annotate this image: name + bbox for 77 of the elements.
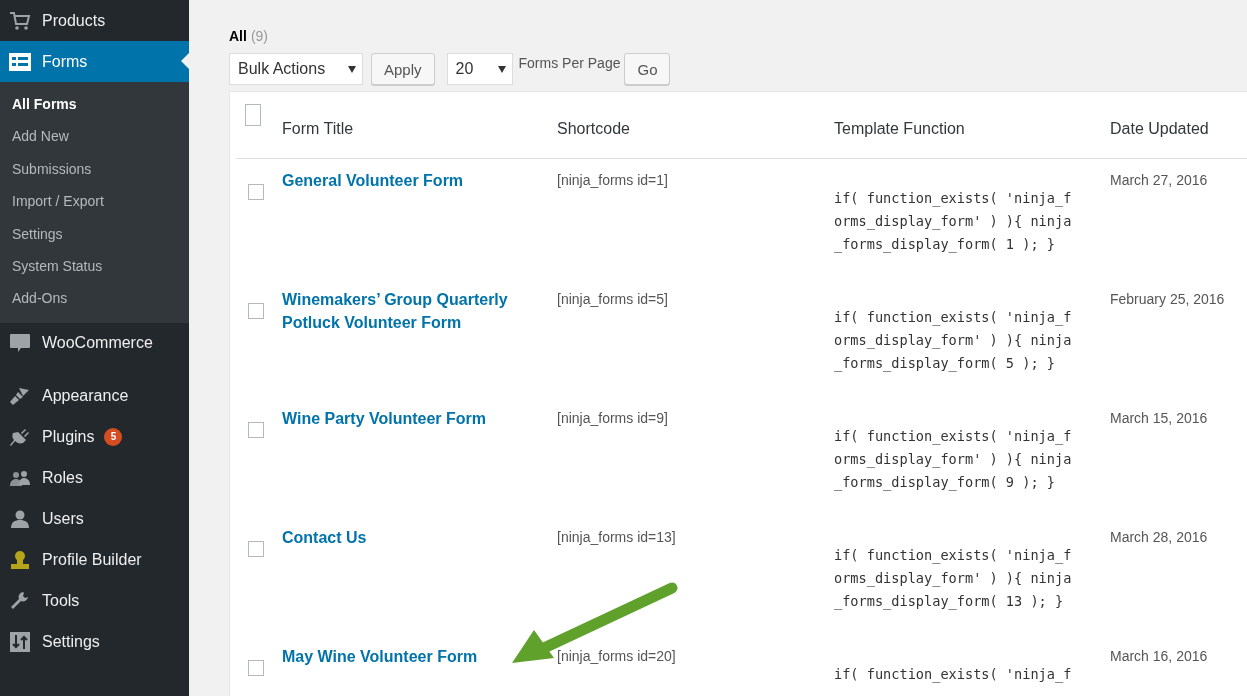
submenu-item[interactable]: Settings <box>0 217 189 250</box>
menu-label: WooCommerce <box>42 334 153 353</box>
template-function-code: if( function_exists( 'ninja_f orms_display_form' ) ){ ninja _forms_display_form( 5 ); } <box>834 308 1073 374</box>
form-icon <box>9 52 31 71</box>
caret-icon <box>497 65 506 73</box>
filter-count: (9) <box>250 28 268 44</box>
shortcode-text: [ninja_forms id=1] <box>557 172 668 188</box>
sidebar-item[interactable]: Forms <box>0 41 189 82</box>
sidebar-item[interactable]: Settings <box>0 621 189 663</box>
row-checkbox[interactable] <box>248 184 264 200</box>
filter-link[interactable]: All <box>229 28 247 44</box>
sliders-icon <box>10 632 30 653</box>
shortcode-text: [ninja_forms id=20] <box>557 648 676 664</box>
submenu-item[interactable]: Submissions <box>0 152 189 186</box>
shortcode-text: [ninja_forms id=5] <box>557 291 668 307</box>
form-title-link[interactable]: General Volunteer Form <box>282 169 464 192</box>
sidebar-item[interactable]: Appearance <box>0 375 189 417</box>
brush-icon <box>9 386 31 407</box>
row-checkbox[interactable] <box>248 303 264 319</box>
menu-label: Products <box>42 11 106 30</box>
template-function-code: if( function_exists( 'ninja_f orms_display_form' ) ){ ninja _forms_display_form( 9 ); } <box>834 427 1073 493</box>
shortcode-text: [ninja_forms id=9] <box>557 410 668 426</box>
menu-label: Settings <box>42 633 100 652</box>
menu-label: Plugins <box>42 428 95 447</box>
form-title-link[interactable]: Winemakers’ Group Quarterly Potluck Volunteer Form <box>282 288 537 334</box>
column-header[interactable]: Shortcode <box>557 120 834 158</box>
template-function-code: if( function_exists( 'ninja_f orms_display_form' ) ){ ninja _forms_display_form( 1 ); } <box>834 189 1073 255</box>
menu-label: Roles <box>42 469 83 488</box>
menu-label: Tools <box>42 592 80 611</box>
select-all-checkbox[interactable] <box>245 104 261 126</box>
row-checkbox[interactable] <box>248 660 264 676</box>
row-checkbox[interactable] <box>248 422 264 438</box>
submenu-item[interactable]: Add New <box>0 120 189 153</box>
menu-label: Forms <box>42 52 88 71</box>
menu-label: Users <box>42 510 84 529</box>
submenu-item[interactable]: Add-Ons <box>0 282 189 315</box>
sidebar-item[interactable]: Users <box>0 498 189 540</box>
sidebar-item[interactable]: WooCommerce <box>0 322 189 364</box>
caret-icon <box>348 65 356 73</box>
column-header[interactable]: Template Function <box>834 120 1110 158</box>
people-icon <box>9 469 31 488</box>
person-icon <box>9 550 31 571</box>
wrench-icon <box>9 591 31 612</box>
template-function-code: if( function_exists( 'ninja_f orms_display_form' ) ){ ninja _forms_display_form( 13 ); } <box>834 546 1073 612</box>
template-function-code: if( function_exists( 'ninja_f <box>834 665 1073 685</box>
column-header[interactable]: Form Title <box>282 120 557 158</box>
date-text: March 16, 2016 <box>1110 648 1208 664</box>
submenu-item[interactable]: All Forms <box>0 88 189 121</box>
update-count-badge: 5 <box>104 428 123 447</box>
plug-icon <box>9 427 31 448</box>
date-text: March 27, 2016 <box>1110 172 1208 188</box>
column-header[interactable]: Date Updated <box>1110 120 1247 158</box>
go-button[interactable]: Go <box>624 53 671 85</box>
date-text: February 25, 2016 <box>1110 291 1225 307</box>
form-title-link[interactable]: May Wine Volunteer Form <box>282 645 478 668</box>
shortcode-text: [ninja_forms id=13] <box>557 529 676 545</box>
submenu-item[interactable]: Import / Export <box>0 185 189 218</box>
per-page-label: Forms Per Page <box>518 55 621 71</box>
sidebar-item[interactable]: Plugins 5 <box>0 416 189 458</box>
date-text: March 15, 2016 <box>1110 410 1208 426</box>
row-checkbox[interactable] <box>248 541 264 557</box>
cart-icon <box>9 10 31 31</box>
sidebar-item[interactable]: Products <box>0 0 189 41</box>
form-title-link[interactable]: Contact Us <box>282 526 367 549</box>
submenu-item[interactable]: System Status <box>0 249 189 283</box>
date-text: March 28, 2016 <box>1110 529 1208 545</box>
per-page-select[interactable]: 20 <box>446 53 513 85</box>
speech-bubble-icon <box>9 333 31 354</box>
sidebar-item[interactable]: Profile Builder <box>0 539 189 581</box>
form-title-link[interactable]: Wine Party Volunteer Form <box>282 407 487 430</box>
apply-button[interactable]: Apply <box>371 53 435 85</box>
user-icon <box>9 509 31 530</box>
sidebar-item[interactable]: Roles <box>0 457 189 499</box>
bulk-actions-select[interactable]: Bulk Actions <box>229 53 363 85</box>
menu-label: Profile Builder <box>42 551 142 570</box>
sidebar-item[interactable]: Tools <box>0 580 189 622</box>
menu-label: Appearance <box>42 387 129 406</box>
